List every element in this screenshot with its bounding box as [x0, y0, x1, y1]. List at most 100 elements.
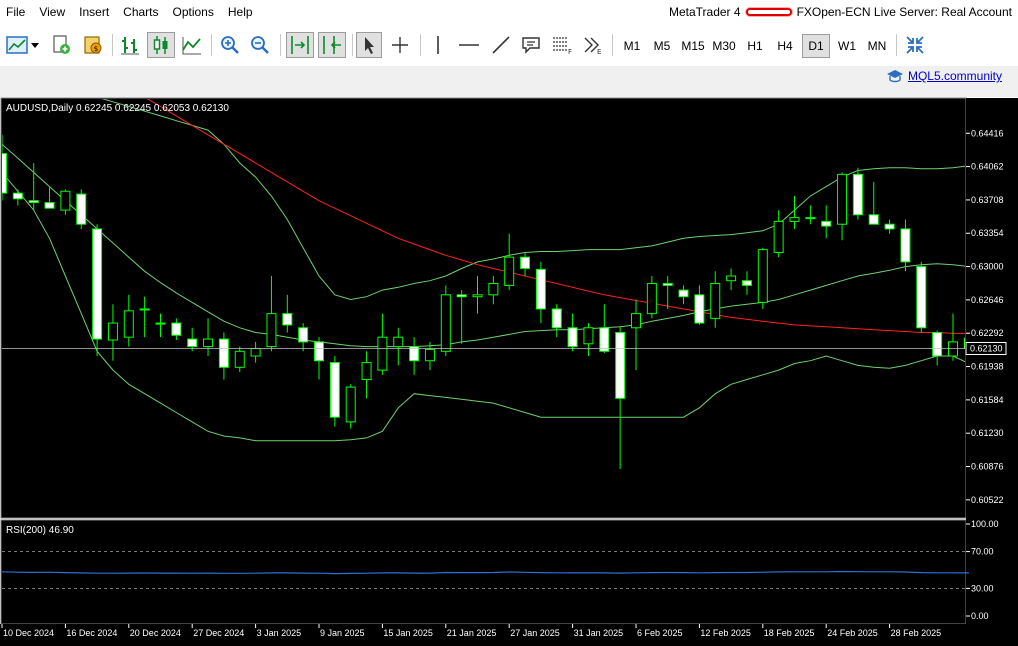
- candle-body: [821, 220, 832, 227]
- market-watch-icon: $: [84, 36, 102, 54]
- vertical-line-tool-button[interactable]: [428, 32, 448, 58]
- timeframe-d1[interactable]: D1: [802, 34, 830, 58]
- server-info: FXOpen-ECN Live Server: Real Account: [796, 5, 1012, 19]
- menu-options[interactable]: Options: [166, 0, 221, 24]
- rsi-tick-label: 30.00: [971, 583, 994, 593]
- candle-body: [345, 386, 356, 423]
- rsi-title: RSI(200) 46.90: [6, 525, 74, 536]
- candle-body: [583, 327, 594, 345]
- redacted-account-number: [745, 8, 792, 16]
- timeframe-h4[interactable]: H4: [770, 34, 800, 58]
- profiles-button[interactable]: [48, 32, 74, 58]
- candle-body: [599, 327, 610, 352]
- candle-body: [741, 280, 752, 286]
- candle-body: [757, 249, 768, 303]
- zoom-in-button[interactable]: [217, 32, 243, 58]
- auto-scroll-button[interactable]: [286, 32, 314, 58]
- timeframe-m5[interactable]: M5: [647, 34, 677, 58]
- line-chart-button[interactable]: [179, 32, 205, 58]
- candle-body: [868, 214, 879, 225]
- main-price-panel[interactable]: [0, 97, 967, 519]
- timeframe-w1[interactable]: W1: [832, 34, 862, 58]
- menu-bar: File View Insert Charts Options Help Met…: [0, 0, 1018, 24]
- crosshair-tool-button[interactable]: [388, 32, 412, 58]
- candle-body: [60, 190, 71, 211]
- candle-body: [916, 266, 927, 329]
- price-chart-svg[interactable]: 0.64416 0.64062 0.63708 0.63354 0.63000 0.626…: [0, 97, 1018, 646]
- candle-body: [282, 313, 293, 326]
- candle-body: [28, 200, 39, 204]
- fullscreen-icon: [906, 36, 924, 54]
- mql5-community-link[interactable]: MQL5.community: [886, 68, 1002, 84]
- menu-view[interactable]: View: [32, 0, 72, 24]
- timeframe-mn[interactable]: MN: [862, 34, 892, 58]
- candle-body: [155, 322, 166, 325]
- candle-body: [948, 341, 958, 357]
- candle-body: [424, 348, 435, 362]
- candle-body: [76, 193, 87, 225]
- candle-body: [187, 338, 198, 348]
- bar-chart-icon: [121, 37, 139, 55]
- chart-window[interactable]: 0.64416 0.64062 0.63708 0.63354 0.63000 0.626…: [0, 97, 1018, 646]
- menu-insert[interactable]: Insert: [72, 0, 116, 24]
- new-chart-icon: [6, 36, 39, 54]
- timeframe-m30[interactable]: M30: [709, 34, 739, 58]
- objects-icon: E: [584, 37, 601, 56]
- time-tick-label: 16 Dec 2024: [66, 628, 117, 638]
- menu-charts[interactable]: Charts: [116, 0, 165, 24]
- fibonacci-tool-button[interactable]: F: [549, 32, 575, 58]
- fullscreen-button[interactable]: [902, 32, 928, 58]
- candle-body: [329, 362, 340, 418]
- candle-body: [551, 308, 562, 329]
- candle-body: [298, 327, 309, 343]
- rsi-tick-label: 0.00: [971, 611, 989, 621]
- market-watch-button[interactable]: $: [80, 32, 106, 58]
- candle-body: [504, 256, 515, 286]
- timeframe-h1[interactable]: H1: [740, 34, 770, 58]
- price-tick-label: 0.60876: [971, 462, 1004, 472]
- price-tick-label: 0.63000: [971, 262, 1004, 272]
- new-chart-button[interactable]: [4, 32, 42, 58]
- horizontal-line-tool-button[interactable]: [456, 32, 482, 58]
- menu-help[interactable]: Help: [221, 0, 260, 24]
- candlestick-chart-button[interactable]: [147, 32, 175, 58]
- candle-body: [123, 310, 134, 338]
- objects-tool-button[interactable]: E: [580, 32, 606, 58]
- graduation-cap-icon: [886, 70, 903, 83]
- trendline-tool-button[interactable]: [488, 32, 514, 58]
- candle-body: [377, 336, 388, 371]
- candlestick-icon: [153, 36, 168, 54]
- zoom-in-icon: [221, 36, 239, 54]
- text-tool-button[interactable]: [518, 32, 544, 58]
- bar-chart-button[interactable]: [117, 32, 143, 58]
- menu-file[interactable]: File: [0, 0, 32, 24]
- time-tick-label: 20 Dec 2024: [130, 628, 181, 638]
- chart-shift-button[interactable]: [318, 32, 346, 58]
- candle-body: [726, 275, 737, 282]
- rsi-tick-label: 70.00: [971, 547, 994, 557]
- candle-body: [900, 228, 911, 263]
- candle-body: [266, 313, 277, 348]
- price-tick-label: 0.64416: [971, 128, 1004, 138]
- current-price-label: 0.62130: [970, 343, 1003, 353]
- time-tick-label: 12 Feb 2025: [700, 628, 751, 638]
- cursor-tool-button[interactable]: [356, 32, 382, 58]
- timeframe-m15[interactable]: M15: [678, 34, 708, 58]
- candle-body: [218, 338, 229, 368]
- candle-body: [203, 338, 214, 348]
- candle-body: [393, 336, 404, 348]
- line-chart-icon: [182, 37, 201, 55]
- candle-body: [805, 217, 816, 220]
- metatrader-window: File View Insert Charts Options Help Met…: [0, 0, 1018, 646]
- time-tick-label: 10 Dec 2024: [3, 628, 54, 638]
- candle-body: [789, 217, 800, 222]
- zoom-out-button[interactable]: [247, 32, 273, 58]
- candle-body: [837, 173, 848, 225]
- price-tick-label: 0.60522: [971, 495, 1004, 505]
- candle-body: [567, 327, 578, 348]
- time-tick-label: 31 Jan 2025: [574, 628, 624, 638]
- timeframe-m1[interactable]: M1: [617, 34, 647, 58]
- price-tick-label: 0.62646: [971, 295, 1004, 305]
- time-tick-label: 3 Jan 2025: [257, 628, 302, 638]
- candle-body: [12, 192, 23, 200]
